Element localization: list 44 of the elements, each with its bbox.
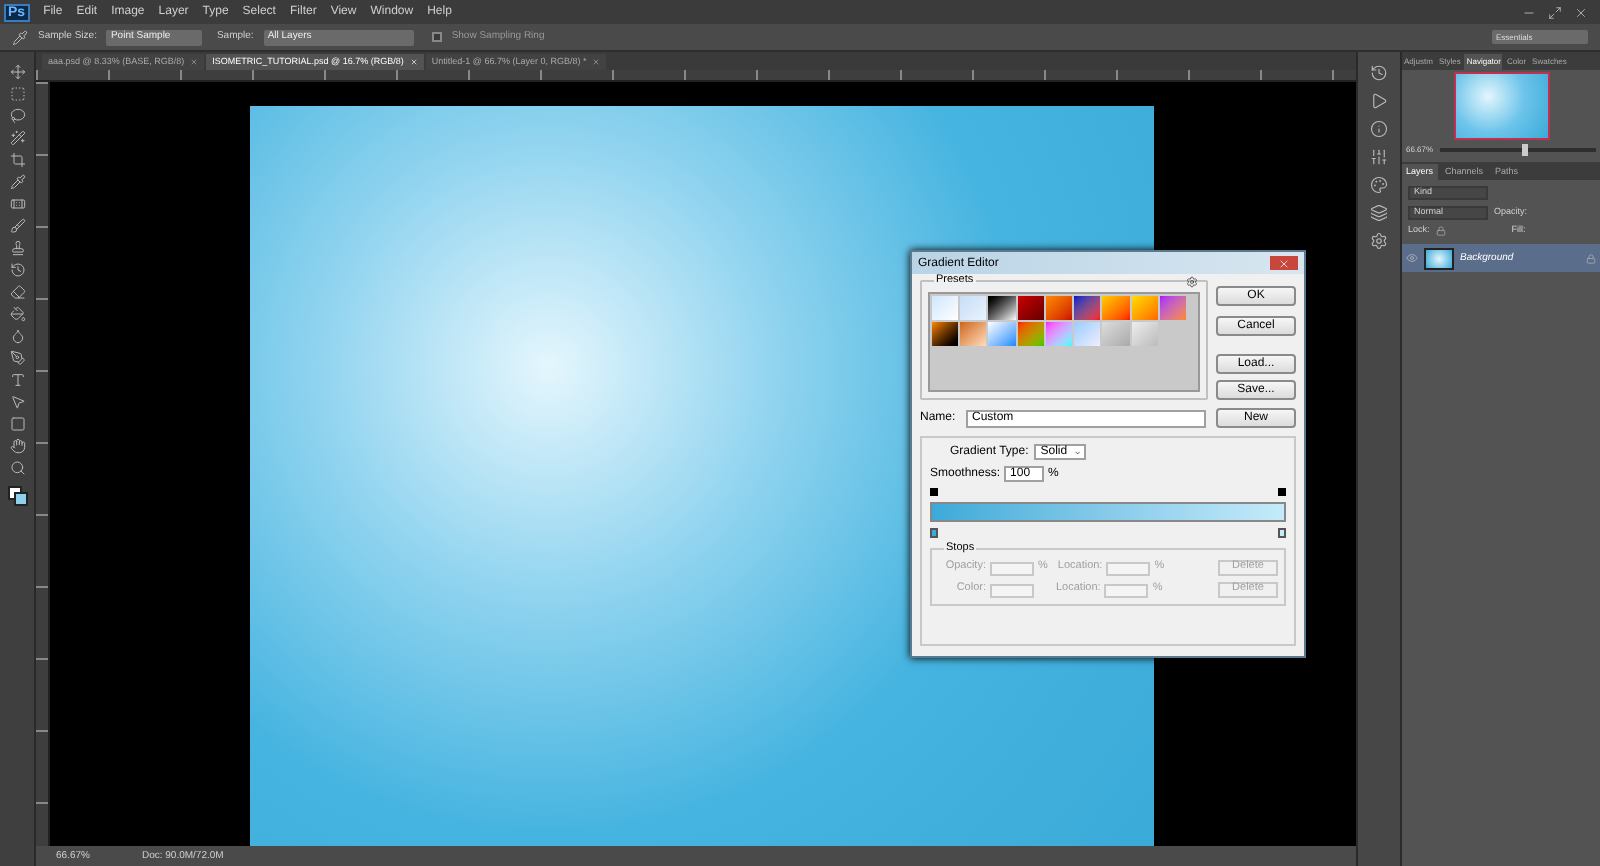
type-icon[interactable] — [9, 372, 25, 388]
hand-icon[interactable] — [9, 438, 25, 454]
play-icon[interactable] — [1370, 92, 1388, 110]
layers-icon[interactable] — [1370, 204, 1388, 222]
crop-icon[interactable] — [9, 152, 25, 168]
eyedropper-icon[interactable] — [12, 29, 28, 45]
history-icon[interactable] — [9, 262, 25, 278]
location-field[interactable] — [1104, 583, 1149, 597]
preset-swatches-drawing[interactable] — [928, 292, 1200, 392]
color-swatches-icon[interactable] — [7, 486, 27, 506]
maximize-icon[interactable] — [1548, 5, 1562, 19]
move-icon[interactable] — [9, 64, 25, 80]
settings-icon[interactable] — [1370, 232, 1388, 250]
zoom-icon[interactable] — [9, 460, 25, 476]
paint-bucket-icon[interactable] — [9, 306, 25, 322]
history-icon[interactable] — [1370, 64, 1388, 82]
close-icon[interactable] — [1574, 5, 1588, 19]
gear-icon[interactable] — [1186, 276, 1198, 288]
magic-wand-icon[interactable] — [9, 130, 25, 146]
eyedropper-icon[interactable] — [9, 174, 25, 190]
pen-icon[interactable] — [9, 350, 25, 366]
lock-icon[interactable] — [1435, 226, 1446, 236]
lasso-icon[interactable] — [9, 108, 25, 124]
color-stop-icon[interactable] — [1278, 528, 1286, 538]
sliders-icon[interactable] — [1370, 148, 1388, 166]
rectangle-icon[interactable] — [9, 416, 25, 432]
stop-value-field[interactable] — [990, 583, 1034, 597]
stamp-icon[interactable] — [9, 240, 25, 256]
navigator-preview — [1453, 72, 1549, 140]
palette-icon[interactable] — [1370, 176, 1388, 194]
droplet-icon[interactable] — [9, 328, 25, 344]
stop-value-field[interactable] — [990, 561, 1034, 575]
checkbox[interactable] — [431, 32, 442, 42]
pointer-icon[interactable] — [9, 394, 25, 410]
gradient-bar[interactable] — [930, 502, 1286, 522]
info-icon[interactable] — [1370, 120, 1388, 138]
color-stop-icon[interactable] — [930, 528, 938, 538]
brush-icon[interactable] — [9, 218, 25, 234]
location-field[interactable] — [1106, 561, 1151, 575]
caret-icon — [1073, 447, 1081, 457]
bandage-icon[interactable] — [9, 196, 25, 212]
slider-thumb[interactable] — [1522, 144, 1529, 156]
layer-thumbnail — [1424, 247, 1454, 269]
eraser-icon[interactable] — [9, 284, 25, 300]
